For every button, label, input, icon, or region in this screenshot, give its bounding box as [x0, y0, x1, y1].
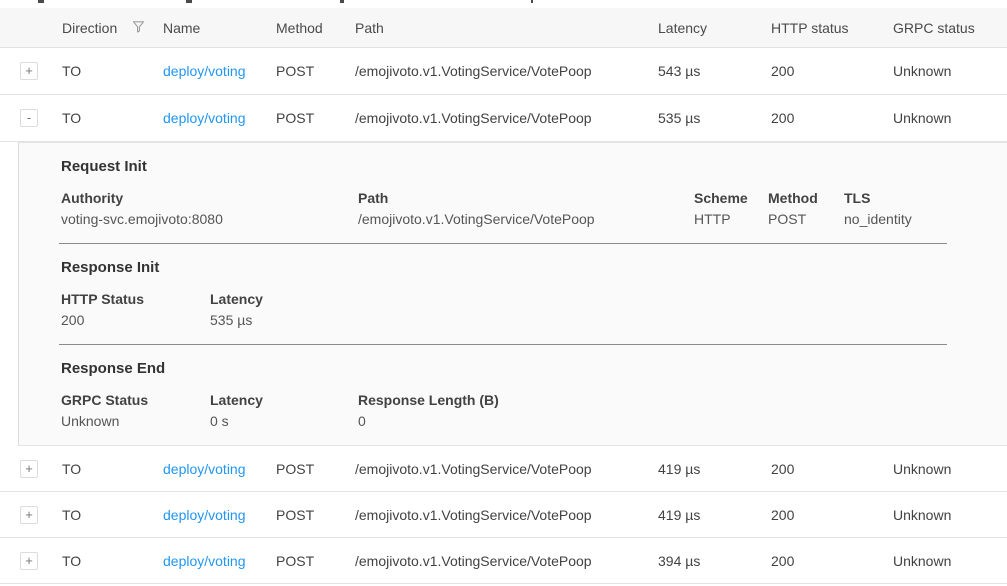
- http-status-cell: 200: [771, 461, 893, 477]
- grpc-status-cell: Unknown: [893, 507, 1007, 523]
- field-value-latency: 0 s: [210, 411, 358, 432]
- expand-row-button[interactable]: +: [20, 460, 38, 478]
- direction-cell: TO: [62, 110, 163, 126]
- grpc-status-cell: Unknown: [893, 461, 1007, 477]
- tap-table-screen: Direction Name Method Path Latency HTTP …: [0, 0, 1007, 586]
- direction-cell: TO: [62, 553, 163, 569]
- request-detail-panel: Request Init Authority Path Scheme Metho…: [18, 142, 1007, 446]
- http-status-cell: 200: [771, 110, 893, 126]
- section-title: Request Init: [61, 158, 947, 176]
- toolbar-remnant: [38, 0, 44, 3]
- http-status-cell: 200: [771, 63, 893, 79]
- resource-link[interactable]: deploy/voting: [163, 110, 246, 126]
- field-value-tls: no_identity: [844, 209, 947, 230]
- request-init-section: Request Init Authority Path Scheme Metho…: [19, 143, 1007, 243]
- latency-cell: 394 µs: [658, 553, 771, 569]
- cropped-toolbar-strip: [0, 0, 1007, 8]
- field-value-path: /emojivoto.v1.VotingService/VotePoop: [358, 209, 694, 230]
- field-label-authority: Authority: [61, 188, 358, 209]
- field-value-method: POST: [768, 209, 844, 230]
- field-label-method: Method: [768, 188, 844, 209]
- table-row: + TO deploy/voting POST /emojivoto.v1.Vo…: [0, 48, 1007, 95]
- response-init-section: Response Init HTTP Status Latency 200 53…: [19, 244, 1007, 344]
- column-header-latency: Latency: [658, 20, 771, 36]
- field-label-http-status: HTTP Status: [61, 289, 210, 310]
- expand-row-button[interactable]: +: [20, 552, 38, 570]
- field-value-latency: 535 µs: [210, 310, 947, 331]
- table-row-expanded: - TO deploy/voting POST /emojivoto.v1.Vo…: [0, 95, 1007, 142]
- toolbar-remnant: [186, 0, 192, 3]
- field-value-response-length: 0: [358, 411, 947, 432]
- column-header-name: Name: [163, 20, 276, 36]
- grpc-status-cell: Unknown: [893, 110, 1007, 126]
- latency-cell: 535 µs: [658, 110, 771, 126]
- latency-cell: 543 µs: [658, 63, 771, 79]
- latency-cell: 419 µs: [658, 461, 771, 477]
- field-label-grpc-status: GRPC Status: [61, 390, 210, 411]
- method-cell: POST: [276, 507, 355, 523]
- section-title: Response End: [61, 360, 947, 378]
- resource-link[interactable]: deploy/voting: [163, 507, 246, 523]
- field-label-latency: Latency: [210, 390, 358, 411]
- field-value-authority: voting-svc.emojivoto:8080: [61, 209, 358, 230]
- http-status-cell: 200: [771, 507, 893, 523]
- resource-link[interactable]: deploy/voting: [163, 461, 246, 477]
- column-header-path: Path: [355, 20, 658, 36]
- collapse-row-button[interactable]: -: [20, 109, 38, 127]
- path-cell: /emojivoto.v1.VotingService/VotePoop: [355, 507, 658, 523]
- path-cell: /emojivoto.v1.VotingService/VotePoop: [355, 63, 658, 79]
- field-label-tls: TLS: [844, 188, 947, 209]
- field-label-scheme: Scheme: [694, 188, 768, 209]
- table-row: + TO deploy/voting POST /emojivoto.v1.Vo…: [0, 446, 1007, 492]
- column-header-grpc-status: GRPC status: [893, 20, 1007, 36]
- method-cell: POST: [276, 461, 355, 477]
- method-cell: POST: [276, 110, 355, 126]
- resource-link[interactable]: deploy/voting: [163, 553, 246, 569]
- method-cell: POST: [276, 63, 355, 79]
- field-value-http-status: 200: [61, 310, 210, 331]
- toolbar-remnant: [531, 0, 533, 3]
- latency-cell: 419 µs: [658, 507, 771, 523]
- grpc-status-cell: Unknown: [893, 553, 1007, 569]
- field-value-scheme: HTTP: [694, 209, 768, 230]
- direction-cell: TO: [62, 461, 163, 477]
- column-header-method: Method: [276, 20, 355, 36]
- table-row: + TO deploy/voting POST /emojivoto.v1.Vo…: [0, 538, 1007, 584]
- path-cell: /emojivoto.v1.VotingService/VotePoop: [355, 461, 658, 477]
- field-label-path: Path: [358, 188, 694, 209]
- column-header-direction: Direction: [62, 20, 117, 36]
- direction-cell: TO: [62, 507, 163, 523]
- table-header-row: Direction Name Method Path Latency HTTP …: [0, 8, 1007, 48]
- direction-cell: TO: [62, 63, 163, 79]
- http-status-cell: 200: [771, 553, 893, 569]
- path-cell: /emojivoto.v1.VotingService/VotePoop: [355, 553, 658, 569]
- grpc-status-cell: Unknown: [893, 63, 1007, 79]
- expand-row-button[interactable]: +: [20, 62, 38, 80]
- resource-link[interactable]: deploy/voting: [163, 63, 246, 79]
- toolbar-remnant: [340, 0, 344, 3]
- table-row: + TO deploy/voting POST /emojivoto.v1.Vo…: [0, 492, 1007, 538]
- field-value-grpc-status: Unknown: [61, 411, 210, 432]
- field-label-response-length: Response Length (B): [358, 390, 947, 411]
- path-cell: /emojivoto.v1.VotingService/VotePoop: [355, 110, 658, 126]
- expand-row-button[interactable]: +: [20, 506, 38, 524]
- section-title: Response Init: [61, 259, 947, 277]
- filter-funnel-icon[interactable]: [131, 19, 146, 37]
- field-label-latency: Latency: [210, 289, 947, 310]
- column-header-http-status: HTTP status: [771, 20, 893, 36]
- response-end-section: Response End GRPC Status Latency Respons…: [19, 345, 1007, 445]
- method-cell: POST: [276, 553, 355, 569]
